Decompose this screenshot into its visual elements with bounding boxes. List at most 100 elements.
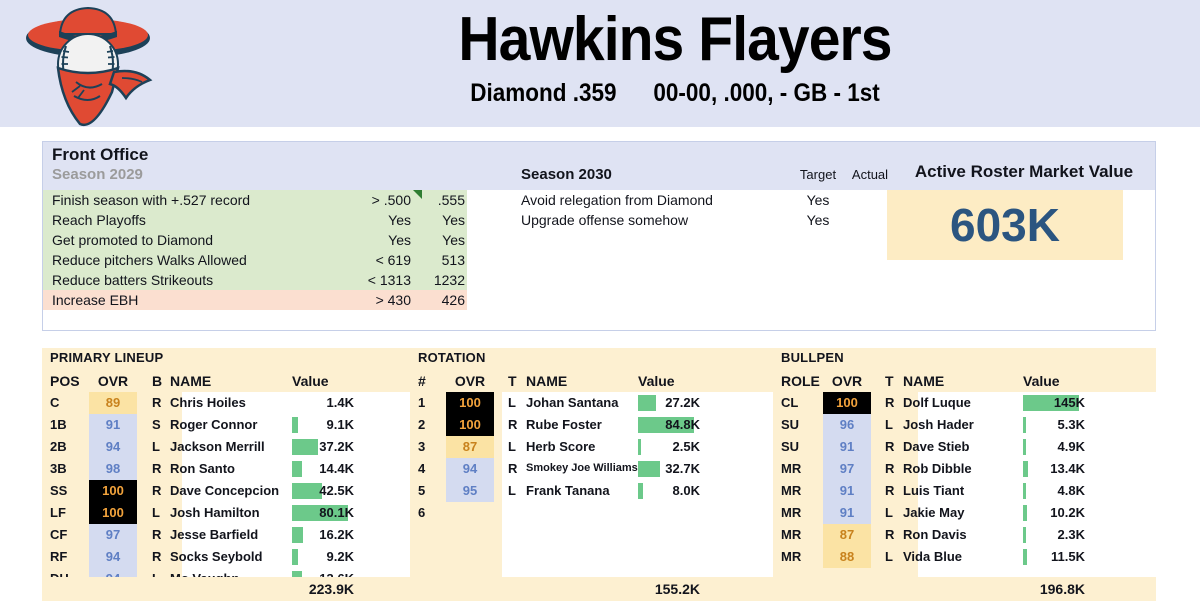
row-value-bar [1023,461,1028,477]
row-overall-rating: 94 [89,436,137,458]
row-value-text: 16.2K [319,527,354,542]
row-value-bar [1023,527,1026,543]
row-position: MR [781,527,802,542]
table-row[interactable]: 2B 94 L Jackson Merrill 37.2K [42,436,410,458]
team-subline: Diamond .359 00-00, .000, - GB - 1st [212,79,1139,108]
column-header-ovr: OVR [97,373,129,389]
row-player-name[interactable]: Ron Davis [903,527,967,542]
row-value-text: 13.4K [1050,461,1085,476]
table-row[interactable]: LF 100 L Josh Hamilton 80.1K [42,502,410,524]
goal-target: > 430 [375,292,411,308]
row-overall-rating: 91 [823,502,871,524]
row-value-bar [1023,549,1027,565]
row-value-bar [292,439,318,455]
row-player-name[interactable]: Dolf Luque [903,395,971,410]
table-row[interactable]: 2 100 R Rube Foster 84.8K [410,414,773,436]
row-value-text: 9.2K [326,549,354,564]
section-title: PRIMARY LINEUP [50,350,164,365]
table-row[interactable]: 3 87 L Herb Score 2.5K [410,436,773,458]
row-overall-rating: 87 [823,524,871,546]
table-row[interactable]: 5 95 L Frank Tanana 8.0K [410,480,773,502]
row-handedness: R [885,439,895,454]
table-row[interactable]: CL 100 R Dolf Luque 145K [773,392,1156,414]
table-row[interactable]: 3B 98 R Ron Santo 14.4K [42,458,410,480]
row-player-name[interactable]: Jackson Merrill [170,439,265,454]
goal-target: Yes [806,212,830,228]
row-player-name[interactable]: Herb Score [526,439,595,454]
row-value-cell: 5.3K [1023,414,1085,436]
goal-label: Upgrade offense somehow [521,212,689,228]
row-player-name[interactable]: Johan Santana [526,395,618,410]
row-handedness: L [508,483,516,498]
row-overall-rating: 100 [446,392,494,414]
table-row[interactable]: CF 97 R Jesse Barfield 16.2K [42,524,410,546]
table-row[interactable]: SU 91 R Dave Stieb 4.9K [773,436,1156,458]
row-player-name[interactable]: Josh Hamilton [170,505,260,520]
row-player-name[interactable]: Roger Connor [170,417,257,432]
row-value-cell: 4.8K [1023,480,1085,502]
row-value-text: 11.5K [1051,549,1085,564]
target-column-header: Target [799,167,837,182]
row-player-name[interactable]: Chris Hoiles [170,395,246,410]
front-office-panel: Front Office Season 2029 Season 2030 Tar… [42,141,1156,331]
row-player-name[interactable]: Luis Tiant [903,483,964,498]
goal-actual: .555 [437,192,465,208]
table-row[interactable]: C 89 R Chris Hoiles 1.4K [42,392,410,414]
row-position: RF [50,549,68,564]
row-overall-rating: 91 [89,414,137,436]
row-value-bar [292,527,303,543]
goal-actual: Yes [442,212,465,228]
goal-actual: 513 [441,252,465,268]
row-position: MR [781,505,802,520]
row-position: 5 [418,483,426,498]
cowboy-baseball-logo [18,6,158,130]
row-value-cell: 11.5K [1023,546,1085,568]
table-row[interactable]: 1 100 L Johan Santana 27.2K [410,392,773,414]
rotation-panel: ROTATION # OVR T NAME Value 1 100 L Johan Santana… [410,348,773,598]
row-player-name[interactable]: Socks Seybold [170,549,262,564]
row-player-name[interactable]: Josh Hader [903,417,974,432]
table-row[interactable]: MR 91 L Jakie May 10.2K [773,502,1156,524]
column-header-pos: POS [50,373,80,389]
table-row[interactable]: 6 [410,502,773,524]
table-row[interactable]: 4 94 R Smokey Joe Williams 32.7K [410,458,773,480]
row-player-name[interactable]: Dave Stieb [903,439,969,454]
row-handedness: L [885,549,893,564]
row-position: 1B [50,417,67,432]
table-row[interactable]: RF 94 R Socks Seybold 9.2K [42,546,410,568]
table-row[interactable]: SU 96 L Josh Hader 5.3K [773,414,1156,436]
goal-actual: 1232 [433,272,465,288]
row-player-name[interactable]: Jesse Barfield [170,527,258,542]
row-player-name[interactable]: Dave Concepcion [170,483,279,498]
table-row[interactable]: MR 87 R Ron Davis 2.3K [773,524,1156,546]
row-player-name[interactable]: Jakie May [903,505,964,520]
actual-column-header: Actual [851,167,889,182]
row-position: 2 [418,417,426,432]
row-value-cell: 14.4K [292,458,354,480]
row-value-bar [1023,483,1026,499]
row-value-text: 5.3K [1057,417,1085,432]
row-position: SU [781,439,800,454]
row-value-cell: 84.8K [638,414,700,436]
row-player-name[interactable]: Frank Tanana [526,483,610,498]
row-value-cell: 10.2K [1023,502,1085,524]
table-row[interactable]: MR 88 L Vida Blue 11.5K [773,546,1156,568]
goal-row: Get promoted to Diamond Yes Yes [43,230,467,250]
row-player-name[interactable]: Vida Blue [903,549,962,564]
table-row[interactable]: SS 100 R Dave Concepcion 42.5K [42,480,410,502]
row-player-name[interactable]: Smokey Joe Williams [526,462,638,474]
table-row[interactable]: MR 91 R Luis Tiant 4.8K [773,480,1156,502]
row-position: SS [50,483,68,498]
row-overall-rating: 88 [823,546,871,568]
column-header-hand: T [508,373,517,389]
row-player-name[interactable]: Rob Dibble [903,461,972,476]
row-player-name[interactable]: Rube Foster [526,417,602,432]
row-player-name[interactable]: Ron Santo [170,461,235,476]
table-row[interactable]: MR 97 R Rob Dibble 13.4K [773,458,1156,480]
row-position: 4 [418,461,426,476]
table-row[interactable]: 1B 91 S Roger Connor 9.1K [42,414,410,436]
goal-label: Reduce pitchers Walks Allowed [52,252,247,268]
row-position: MR [781,461,802,476]
row-overall-rating [446,502,494,524]
row-value-cell: 80.1K [292,502,354,524]
